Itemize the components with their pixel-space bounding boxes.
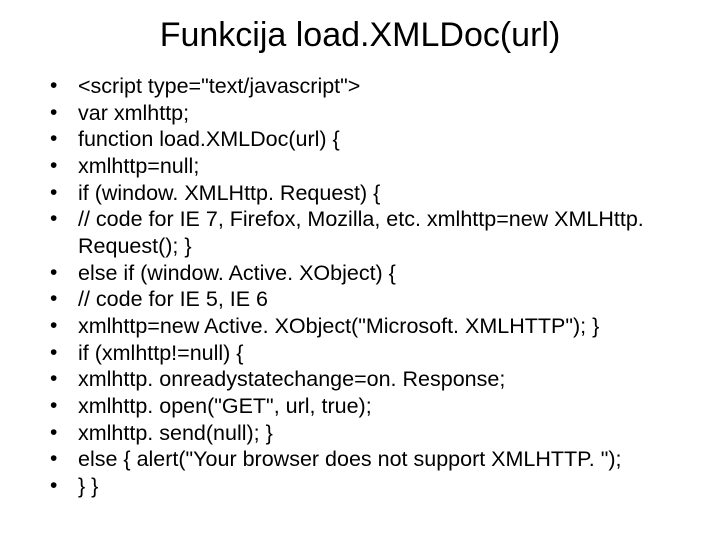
list-item: if (xmlhttp!=null) { xyxy=(50,340,690,367)
list-item: xmlhttp=null; xyxy=(50,153,690,180)
list-item: <script type="text/javascript"> xyxy=(50,73,690,100)
slide: Funkcija load.XMLDoc(url) <script type="… xyxy=(0,0,720,540)
bullet-text: xmlhttp=new Active. XObject("Microsoft. … xyxy=(78,313,690,340)
bullet-text: xmlhttp=null; xyxy=(78,153,690,180)
bullet-text: else { alert("Your browser does not supp… xyxy=(78,446,690,473)
bullet-list: <script type="text/javascript"> var xmlh… xyxy=(50,73,690,500)
bullet-text: xmlhttp. onreadystatechange=on. Response… xyxy=(78,366,690,393)
bullet-text: else if (window. Active. XObject) { xyxy=(78,260,690,287)
bullet-text: if (xmlhttp!=null) { xyxy=(78,340,690,367)
list-item: // code for IE 7, Firefox, Mozilla, etc.… xyxy=(50,206,690,259)
list-item: } } xyxy=(50,473,690,500)
list-item: else { alert("Your browser does not supp… xyxy=(50,446,690,473)
bullet-text: // code for IE 7, Firefox, Mozilla, etc.… xyxy=(78,206,690,259)
list-item: else if (window. Active. XObject) { xyxy=(50,260,690,287)
bullet-text: xmlhttp. send(null); } xyxy=(78,420,690,447)
slide-title: Funkcija load.XMLDoc(url) xyxy=(30,16,690,55)
list-item: // code for IE 5, IE 6 xyxy=(50,286,690,313)
bullet-text: var xmlhttp; xyxy=(78,100,690,127)
list-item: xmlhttp. onreadystatechange=on. Response… xyxy=(50,366,690,393)
bullet-text: <script type="text/javascript"> xyxy=(78,73,690,100)
list-item: xmlhttp=new Active. XObject("Microsoft. … xyxy=(50,313,690,340)
list-item: function load.XMLDoc(url) { xyxy=(50,126,690,153)
list-item: xmlhttp. open("GET", url, true); xyxy=(50,393,690,420)
list-item: if (window. XMLHttp. Request) { xyxy=(50,180,690,207)
bullet-text: if (window. XMLHttp. Request) { xyxy=(78,180,690,207)
list-item: xmlhttp. send(null); } xyxy=(50,420,690,447)
bullet-text: function load.XMLDoc(url) { xyxy=(78,126,690,153)
list-item: var xmlhttp; xyxy=(50,100,690,127)
bullet-text: } } xyxy=(78,473,690,500)
bullet-text: // code for IE 5, IE 6 xyxy=(78,286,690,313)
bullet-text: xmlhttp. open("GET", url, true); xyxy=(78,393,690,420)
